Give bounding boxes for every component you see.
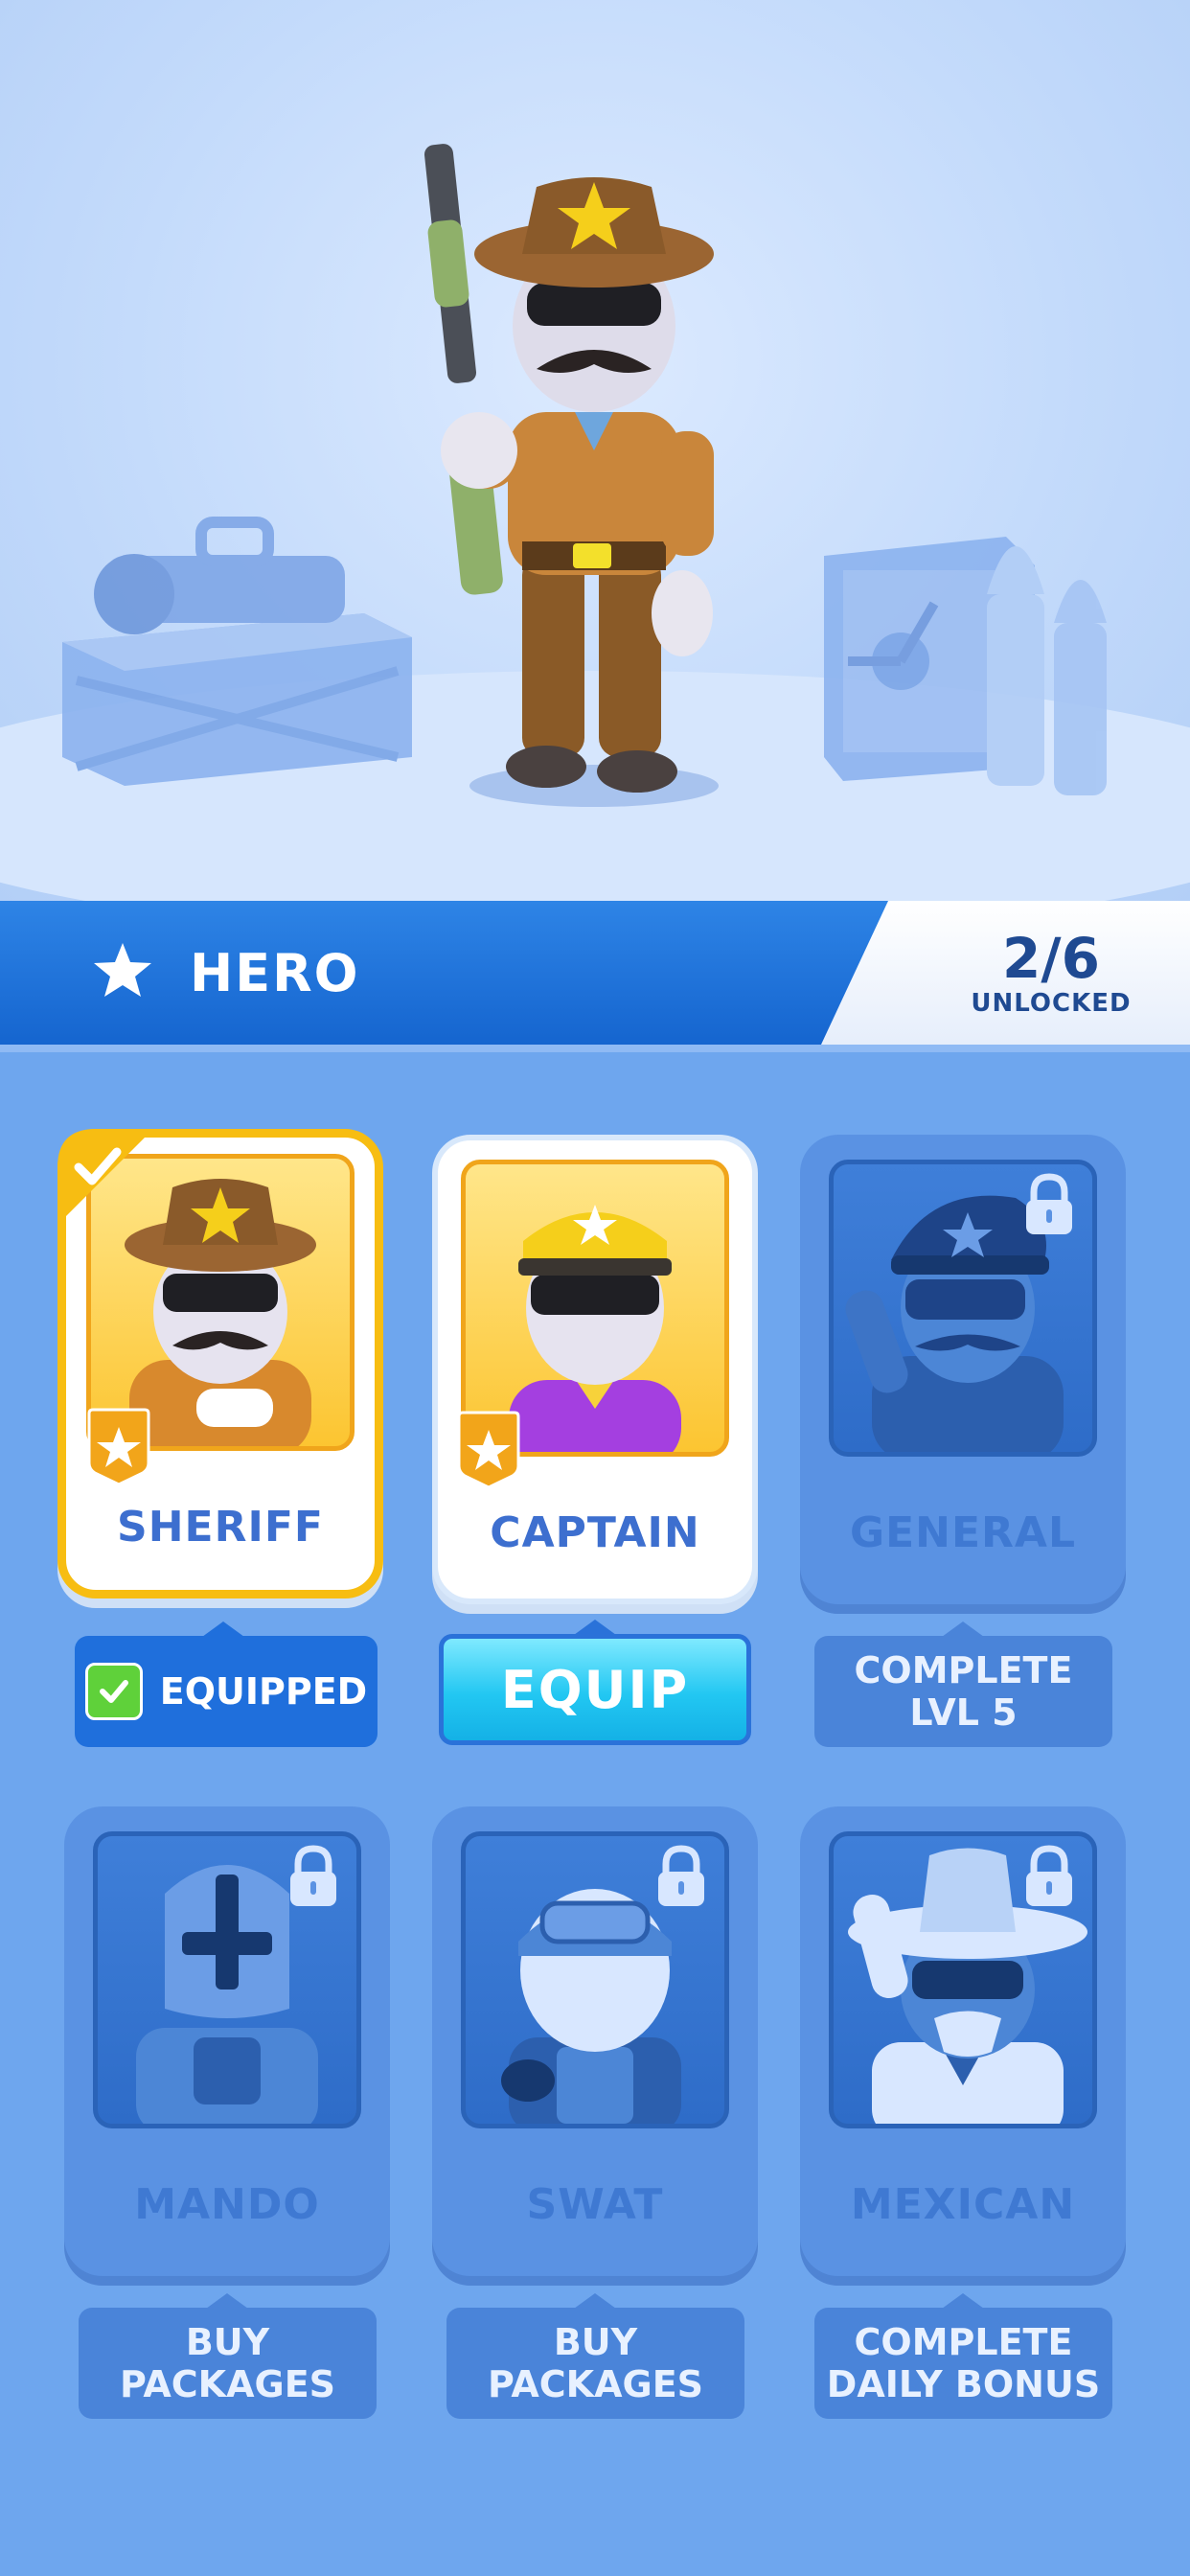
- unlock-requirement: COMPLETE DAILY BONUS: [814, 2308, 1112, 2419]
- character-card-captain[interactable]: CAPTAIN: [432, 1135, 758, 1604]
- star-badge-icon: [87, 1408, 150, 1486]
- character-card-sheriff[interactable]: SHERIFF: [57, 1129, 383, 1598]
- star-icon: [94, 943, 151, 997]
- equipped-check-corner-icon: [57, 1129, 153, 1225]
- action-pointer: [202, 1622, 244, 1637]
- character-name: CAPTAIN: [490, 1508, 700, 1557]
- character-card-swat[interactable]: SWAT: [432, 1806, 758, 2276]
- character-name: SWAT: [526, 2180, 664, 2229]
- character-name: SHERIFF: [117, 1503, 324, 1552]
- crate-prop: [62, 517, 412, 786]
- equipped-status: EQUIPPED: [75, 1636, 378, 1747]
- character-card-mando[interactable]: MANDO: [64, 1806, 390, 2276]
- equipped-label: EQUIPPED: [159, 1670, 368, 1713]
- action-pointer: [942, 2293, 984, 2309]
- hero-section-header: HERO 2/6 UNLOCKED: [0, 901, 1190, 1045]
- header-divider: [0, 1045, 1190, 1052]
- action-pointer: [942, 1622, 984, 1637]
- character-name: MANDO: [134, 2180, 320, 2229]
- safe-prop: [824, 537, 1107, 795]
- lock-icon: [658, 1845, 704, 1906]
- star-badge-icon: [457, 1411, 520, 1489]
- lock-icon: [1026, 1845, 1072, 1906]
- section-title: HERO: [190, 943, 360, 1003]
- lock-icon: [1026, 1173, 1072, 1234]
- character-card-general[interactable]: GENERAL: [800, 1135, 1126, 1604]
- action-pointer: [574, 2293, 616, 2309]
- hero-preview-stage: [0, 0, 1190, 901]
- hero-preview-illustration: [0, 144, 1190, 901]
- action-pointer: [574, 1620, 616, 1635]
- unlock-requirement: BUY PACKAGES: [79, 2308, 377, 2419]
- unlock-label: UNLOCKED: [971, 989, 1132, 1018]
- action-pointer: [206, 2293, 248, 2309]
- unlock-requirement: BUY PACKAGES: [446, 2308, 744, 2419]
- unlock-count: 2/6: [1002, 926, 1100, 991]
- checkbox-icon: [84, 1663, 143, 1720]
- character-name: MEXICAN: [850, 2180, 1076, 2229]
- unlock-counter-panel: 2/6 UNLOCKED: [821, 901, 1190, 1045]
- equip-button[interactable]: EQUIP: [439, 1634, 751, 1745]
- character-name: GENERAL: [849, 1508, 1077, 1557]
- lock-icon: [290, 1845, 336, 1906]
- unlock-requirement: COMPLETE LVL 5: [814, 1636, 1112, 1747]
- character-card-mexican[interactable]: MEXICAN: [800, 1806, 1126, 2276]
